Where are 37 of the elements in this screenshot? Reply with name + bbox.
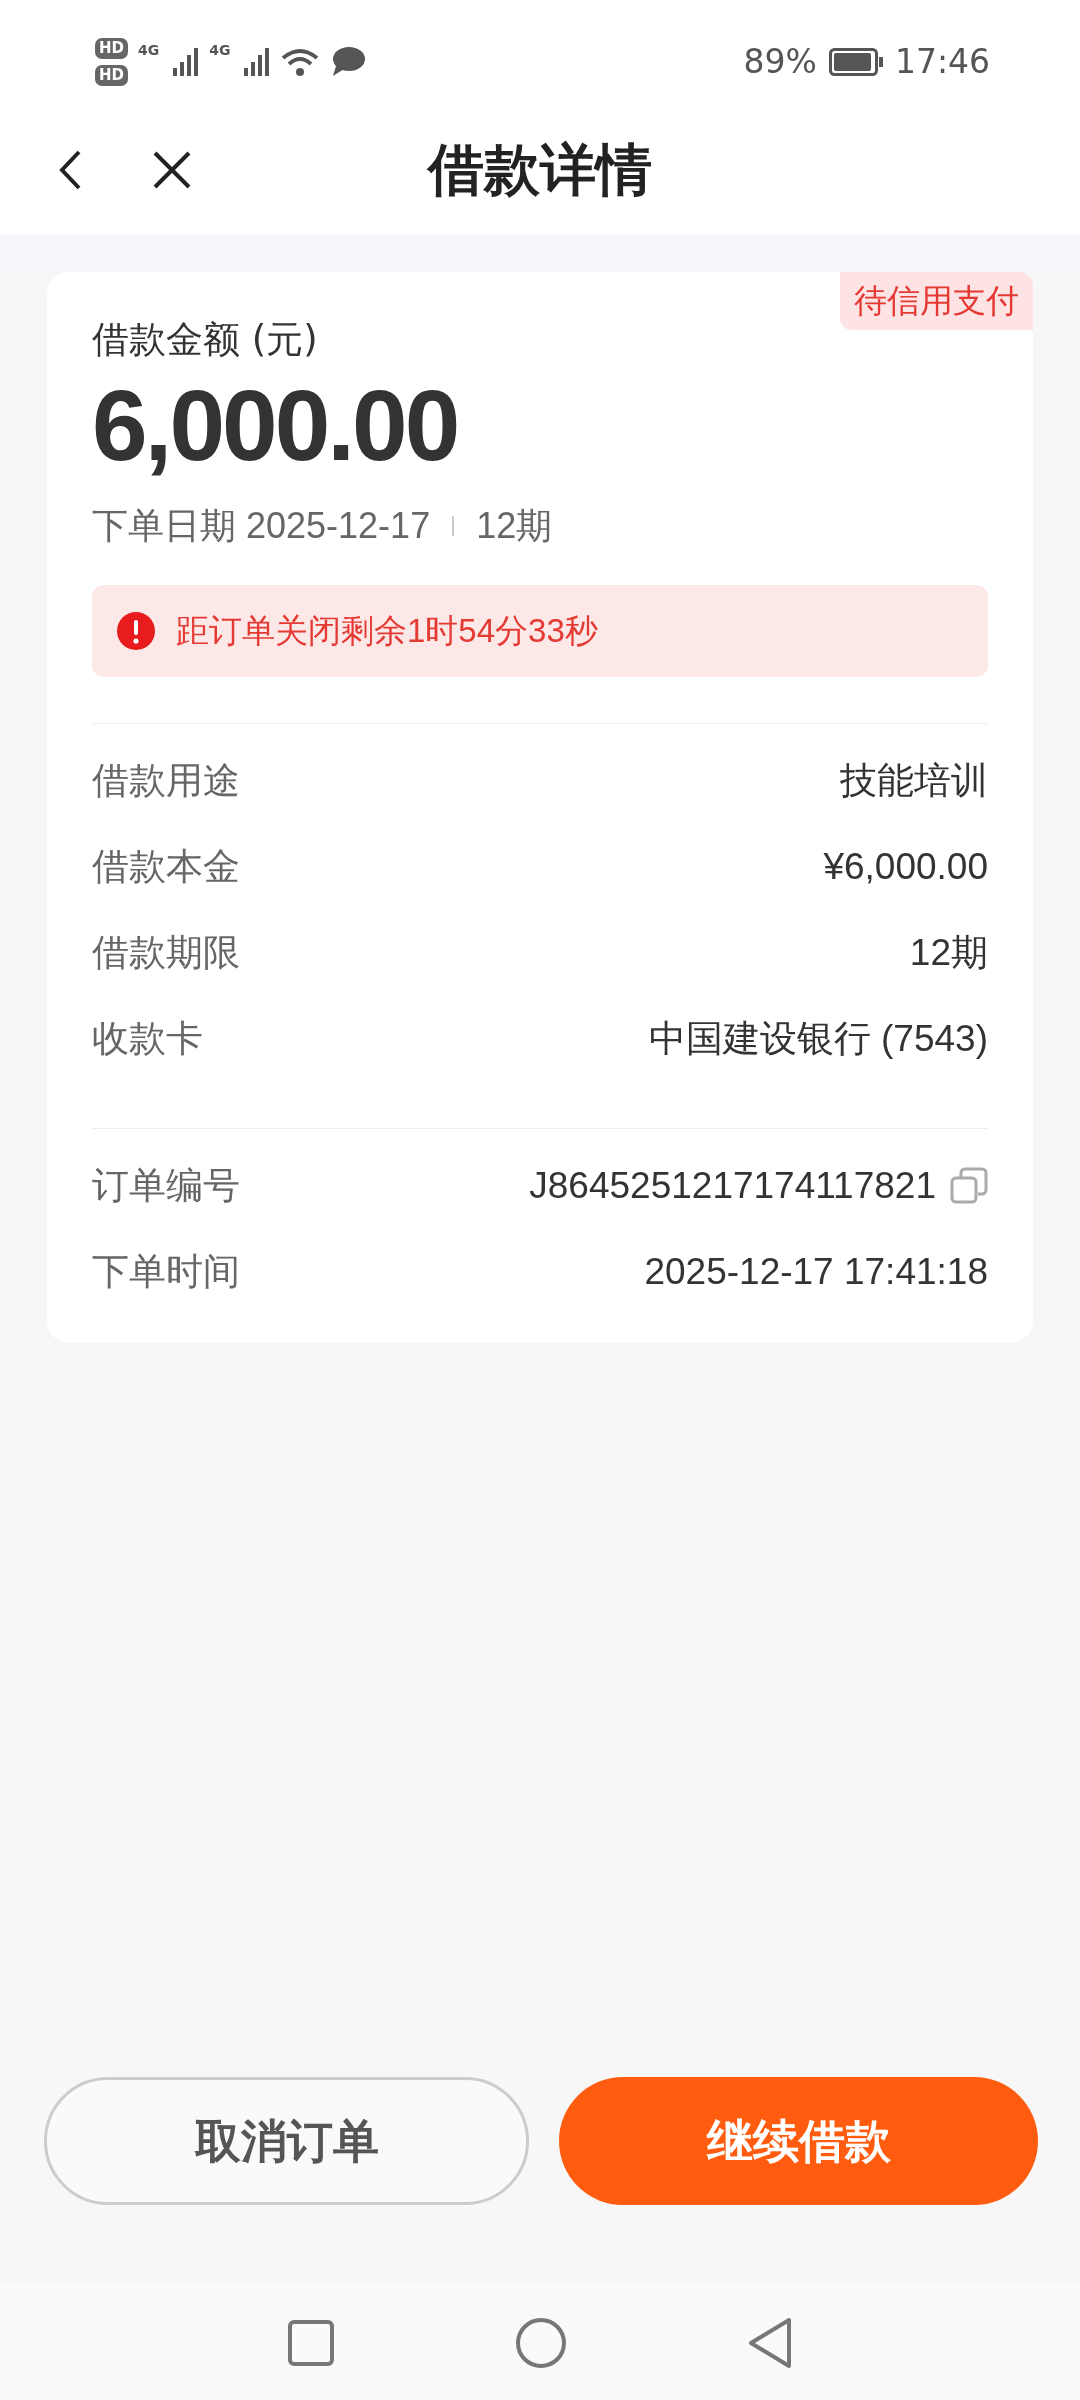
battery-percent: 89% [743,40,817,83]
back-icon [58,149,82,191]
close-icon [152,150,192,190]
warning-icon [116,610,156,651]
row-value: ¥6,000.00 [823,844,988,889]
home-nav-icon[interactable] [515,2316,567,2369]
row-label: 借款本金 [92,843,240,890]
sim-label: HD [95,37,128,59]
status-badge: 待信用支付 [840,272,1033,330]
close-button[interactable] [152,150,192,190]
row-value: 中国建设银行 (7543) [648,1016,988,1061]
loan-amount: 6,000.00 [92,367,459,483]
row-label: 下单时间 [92,1248,240,1295]
loan-term: 12期 [476,503,553,548]
row-value: 技能培训 [840,758,988,803]
amount-label: 借款金额 (元) [92,317,319,363]
copy-icon[interactable] [950,1166,988,1205]
network-label: 4G [138,40,160,60]
row-label: 订单编号 [92,1162,240,1209]
row-value: J8645251217174117821 [529,1163,936,1208]
back-button[interactable] [58,149,82,191]
square-nav-icon[interactable] [287,2318,335,2367]
back-nav-icon[interactable] [747,2316,793,2369]
row-label: 收款卡 [92,1015,203,1062]
battery-icon [828,47,883,76]
page-title: 借款详情 [425,136,653,204]
cancel-button[interactable]: 取消订单 [44,2077,529,2205]
row-value: 12期 [909,930,988,975]
network-label: 4G [209,40,231,60]
clock: 17:46 [894,40,990,83]
chat-bubble-icon [330,45,367,78]
alert-text: 距订单关闭剩余1时54分33秒 [176,610,598,651]
row-label: 借款用途 [92,757,240,804]
row-value: 2025-12-17 17:41:18 [644,1249,988,1294]
sim-label: HD [95,64,128,86]
order-date: 下单日期 2025-12-17 [92,503,431,548]
row-label: 借款期限 [92,929,240,976]
